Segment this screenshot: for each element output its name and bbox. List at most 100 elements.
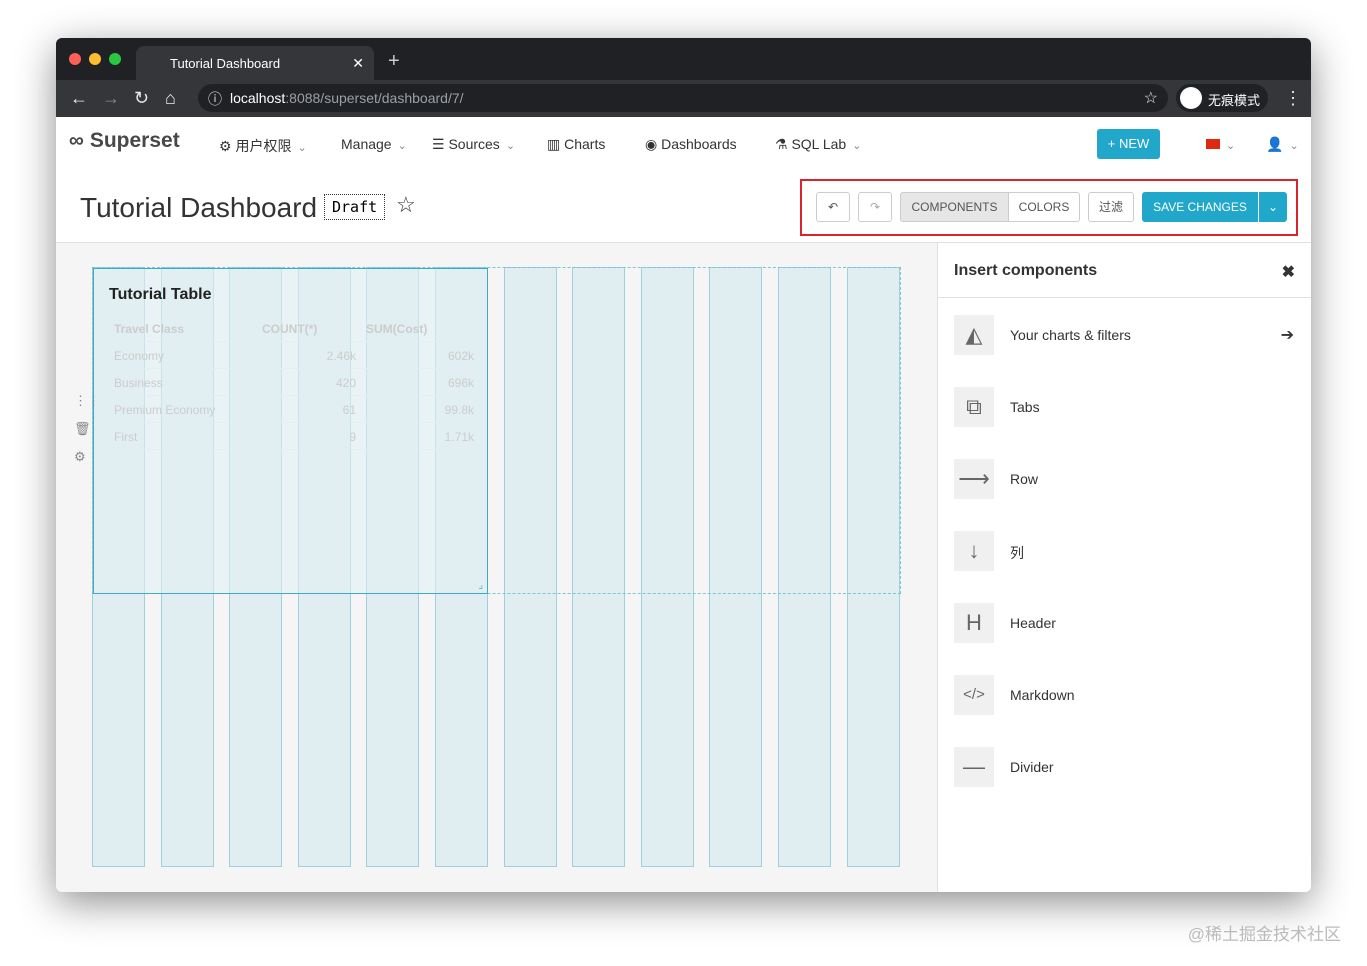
dashboard-header: Tutorial Dashboard Draft ☆ ↶ ↷ COMPONENT… (56, 172, 1311, 243)
browser-window: Tutorial Dashboard ✕ + ← → ↻ ⌂ ⓘ localhost… (56, 38, 1311, 892)
column-header[interactable]: Travel Class (114, 322, 184, 336)
url-path: :8088/superset/dashboard/7/ (285, 90, 464, 106)
cell: Economy (114, 349, 165, 363)
cell: 99.8k (444, 403, 474, 417)
save-changes-button[interactable]: SAVE CHANGES (1142, 192, 1258, 222)
close-window-button[interactable] (69, 53, 81, 65)
insert-item-label: Header (1010, 615, 1056, 631)
insert-item[interactable]: H Header (954, 603, 1294, 643)
colors-button[interactable]: COLORS (1008, 192, 1080, 222)
browser-tab[interactable]: Tutorial Dashboard ✕ (136, 46, 374, 80)
forward-icon[interactable]: → (102, 88, 120, 109)
incognito-label: 无痕模式 (1208, 93, 1261, 108)
language-menu[interactable]: ⌄ (1206, 136, 1235, 152)
bookmark-star-icon[interactable]: ☆ (1144, 88, 1158, 108)
arrow-right-icon[interactable]: ➔ (1281, 325, 1294, 345)
table-row: Economy 2.46k 602k (114, 342, 474, 369)
insert-item-label: Your charts & filters (1010, 327, 1131, 343)
table-row: First 9 1.71k (114, 423, 474, 450)
back-icon[interactable]: ← (70, 88, 88, 109)
user-menu[interactable]: 👤 ⌄ (1266, 136, 1299, 153)
save-dropdown-chevron-icon[interactable]: ⌄ (1259, 192, 1287, 222)
insert-item-label: Row (1010, 471, 1039, 487)
app-navbar: ∞ Superset ⚙ 用户权限 ⌄ Manage ⌄ ☰ Sources ⌄ ▥ … (56, 117, 1311, 172)
minimize-window-button[interactable] (89, 53, 101, 65)
chart-tutorial-table[interactable]: Tutorial Table Travel Class COUNT(*) SUM… (93, 268, 488, 594)
insert-item-label: 列 (1010, 545, 1024, 561)
cell: Premium Economy (114, 403, 216, 417)
cell: 61 (342, 403, 356, 417)
row-arrow-icon: ⟶ (954, 459, 994, 499)
panel-title: Insert components (954, 262, 1098, 279)
insert-item[interactable]: ⟶ Row (954, 459, 1294, 499)
components-button[interactable]: COMPONENTS (900, 192, 1009, 222)
cell: 696k (447, 376, 474, 390)
cell: 9 (349, 430, 356, 444)
cell: Business (114, 376, 163, 390)
cell: First (114, 430, 138, 444)
cell: 1.71k (444, 430, 474, 444)
column-arrow-icon: ↓ (954, 531, 994, 571)
menu-icon[interactable]: ⋮ (1284, 88, 1302, 109)
nav-sources[interactable]: ☰ Sources ⌄ (432, 136, 515, 153)
insert-item[interactable]: ↓ 列 (954, 531, 1294, 571)
user-icon: 👤 (1266, 136, 1284, 152)
column-header[interactable]: COUNT(*) (262, 322, 317, 336)
insert-item-label: Tabs (1010, 399, 1040, 415)
url-input[interactable]: ⓘ localhost:8088/superset/dashboard/7/ ☆ (198, 84, 1168, 112)
nav-charts[interactable]: ▥ Charts (547, 136, 605, 153)
tab-bar: Tutorial Dashboard ✕ + (56, 38, 1311, 80)
nav-sql-lab[interactable]: ⚗ SQL Lab ⌄ (775, 136, 861, 153)
nav-dashboards[interactable]: ◉ Dashboards (645, 136, 737, 153)
insert-item[interactable]: ⧉ Tabs (954, 387, 1294, 427)
drag-handle-icon[interactable]: ⋮⋮ (74, 393, 100, 409)
new-tab-button[interactable]: + (388, 50, 400, 73)
table-row: Premium Economy 61 99.8k (114, 396, 474, 423)
column-header[interactable]: SUM(Cost) (366, 322, 427, 336)
brand-name: Superset (89, 129, 180, 152)
tabs-icon: ⧉ (954, 387, 994, 427)
trash-icon[interactable]: 🗑 (74, 421, 91, 437)
table-row: Business 420 696k (114, 369, 474, 396)
insert-item-label: Divider (1010, 759, 1054, 775)
reload-icon[interactable]: ↻ (134, 88, 149, 109)
maximize-window-button[interactable] (109, 53, 121, 65)
insert-item-label: Markdown (1010, 687, 1075, 703)
insert-components-panel: Insert components ✖ ◭ Your charts & filter… (937, 243, 1311, 892)
info-icon: ⓘ (208, 91, 222, 107)
cell: 602k (447, 349, 474, 363)
address-bar-row: ← → ↻ ⌂ ⓘ localhost:8088/superset/dashboa… (56, 80, 1311, 117)
undo-button[interactable]: ↶ (816, 192, 850, 222)
dashboard-title[interactable]: Tutorial Dashboard (80, 192, 317, 224)
new-button[interactable]: + NEW (1097, 129, 1160, 159)
nav-manage[interactable]: Manage ⌄ (341, 136, 407, 152)
favorite-star-icon[interactable]: ☆ (396, 192, 416, 218)
insert-item[interactable]: ◭ Your charts & filters ➔ (954, 315, 1294, 355)
settings-gear-icon[interactable]: ⚙ (74, 449, 86, 465)
url-host: localhost (230, 90, 286, 106)
china-flag-icon (1206, 139, 1220, 149)
insert-item[interactable]: </> Markdown (954, 675, 1294, 715)
cell: 420 (335, 376, 356, 390)
table-header: Travel Class COUNT(*) SUM(Cost) (114, 315, 474, 342)
tab-title: Tutorial Dashboard (170, 56, 281, 71)
chart-title: Tutorial Table (109, 286, 212, 303)
close-tab-icon[interactable]: ✕ (352, 55, 364, 72)
draft-badge: Draft (324, 194, 386, 220)
nav-security[interactable]: ⚙ 用户权限 ⌄ (219, 136, 307, 156)
close-icon[interactable]: ✖ (1282, 262, 1295, 282)
dashboard-canvas: Tutorial Table Travel Class COUNT(*) SUM… (56, 243, 937, 892)
markdown-icon: </> (954, 675, 994, 715)
home-icon[interactable]: ⌂ (165, 88, 176, 109)
divider-icon: — (954, 747, 994, 787)
resize-handle[interactable]: ⌟ (478, 580, 483, 591)
superset-logo[interactable]: ∞ Superset (69, 129, 180, 153)
cell: 2.46k (326, 349, 356, 363)
incognito-badge[interactable]: 无痕模式 (1176, 84, 1268, 112)
chart-icon: ◭ (954, 315, 994, 355)
filter-button[interactable]: 过滤 (1088, 192, 1134, 222)
header-icon: H (954, 603, 994, 643)
incognito-icon (1180, 87, 1202, 109)
insert-item[interactable]: — Divider (954, 747, 1294, 787)
redo-button[interactable]: ↷ (858, 192, 892, 222)
